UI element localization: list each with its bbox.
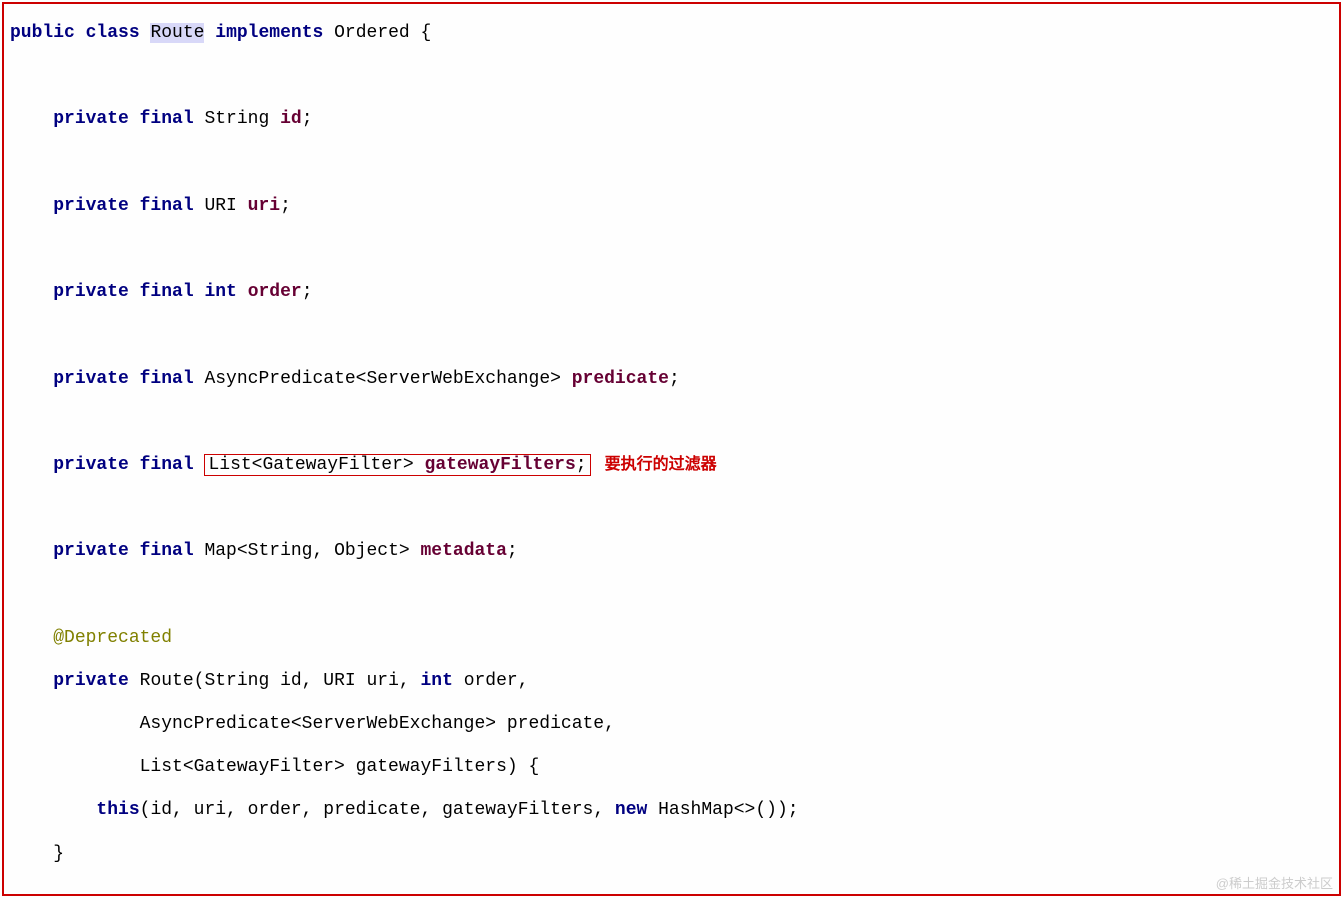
semicolon: ; bbox=[507, 541, 518, 561]
type: AsyncPredicate<ServerWebExchange> bbox=[194, 369, 572, 389]
constructor-line2: AsyncPredicate<ServerWebExchange> predic… bbox=[10, 703, 1333, 746]
constructor-line1: private Route(String id, URI uri, int or… bbox=[10, 660, 1333, 703]
constructor-line3: List<GatewayFilter> gatewayFilters) { bbox=[10, 746, 1333, 789]
keyword-private: private bbox=[53, 671, 129, 691]
keyword-modifiers: private final bbox=[53, 282, 193, 302]
field-name: predicate bbox=[572, 369, 669, 389]
watermark: @稀土掘金技术社区 bbox=[1216, 877, 1333, 890]
type: URI bbox=[194, 196, 248, 216]
semicolon: ; bbox=[576, 455, 587, 475]
field-name: metadata bbox=[421, 541, 507, 561]
keyword-modifiers: private final bbox=[53, 196, 193, 216]
semicolon: ; bbox=[302, 109, 313, 129]
keyword-int: int bbox=[194, 282, 237, 302]
field-name: gatewayFilters bbox=[425, 455, 576, 475]
field-order: private final int order; bbox=[10, 271, 1333, 314]
keyword-modifiers: private final bbox=[53, 369, 193, 389]
class-name: Route bbox=[150, 23, 204, 43]
code-text: } bbox=[10, 844, 64, 864]
constructor-body: this(id, uri, order, predicate, gatewayF… bbox=[10, 789, 1333, 832]
keyword-modifiers: private final bbox=[53, 109, 193, 129]
annotation-comment: 要执行的过滤器 bbox=[605, 456, 717, 473]
code-text: List<GatewayFilter> gatewayFilters) { bbox=[10, 757, 539, 777]
semicolon: ; bbox=[669, 369, 680, 389]
close-brace: } bbox=[10, 833, 1333, 876]
type: Map<String, Object> bbox=[194, 541, 421, 561]
field-name: uri bbox=[248, 196, 280, 216]
keyword-int: int bbox=[421, 671, 453, 691]
blank-line bbox=[10, 401, 1333, 444]
type: List<GatewayFilter> bbox=[208, 455, 424, 475]
code-text: Route(String id, URI uri, bbox=[129, 671, 421, 691]
code-text: HashMap<>()); bbox=[647, 800, 798, 820]
blank-line bbox=[10, 487, 1333, 530]
type: String bbox=[194, 109, 280, 129]
keyword-modifiers: private final bbox=[53, 541, 193, 561]
keyword-class: class bbox=[86, 23, 140, 43]
field-name: order bbox=[248, 282, 302, 302]
code-text: order, bbox=[453, 671, 529, 691]
keyword-implements: implements bbox=[215, 23, 323, 43]
field-id: private final String id; bbox=[10, 98, 1333, 141]
keyword-new: new bbox=[615, 800, 647, 820]
deprecated-annotation: @Deprecated bbox=[10, 617, 1333, 660]
code-text: AsyncPredicate<ServerWebExchange> predic… bbox=[10, 714, 615, 734]
semicolon: ; bbox=[280, 196, 291, 216]
blank-line bbox=[10, 314, 1333, 357]
blank-line bbox=[10, 142, 1333, 185]
blank-line bbox=[10, 228, 1333, 271]
annotation: @Deprecated bbox=[53, 628, 172, 648]
code-text: Ordered { bbox=[323, 23, 431, 43]
keyword-this: this bbox=[96, 800, 139, 820]
semicolon: ; bbox=[302, 282, 313, 302]
field-uri: private final URI uri; bbox=[10, 185, 1333, 228]
keyword-public: public bbox=[10, 23, 75, 43]
field-gateway-filters: private final List<GatewayFilter> gatewa… bbox=[10, 444, 1333, 487]
keyword-modifiers: private final bbox=[53, 455, 193, 475]
code-block-container: public class Route implements Ordered { … bbox=[2, 2, 1341, 896]
field-name: id bbox=[280, 109, 302, 129]
code-text: (id, uri, order, predicate, gatewayFilte… bbox=[140, 800, 615, 820]
blank-line bbox=[10, 573, 1333, 616]
code-line: public class Route implements Ordered { bbox=[10, 12, 1333, 55]
field-predicate: private final AsyncPredicate<ServerWebEx… bbox=[10, 358, 1333, 401]
field-metadata: private final Map<String, Object> metada… bbox=[10, 530, 1333, 573]
highlighted-box: List<GatewayFilter> gatewayFilters; bbox=[204, 454, 590, 476]
blank-line bbox=[10, 55, 1333, 98]
